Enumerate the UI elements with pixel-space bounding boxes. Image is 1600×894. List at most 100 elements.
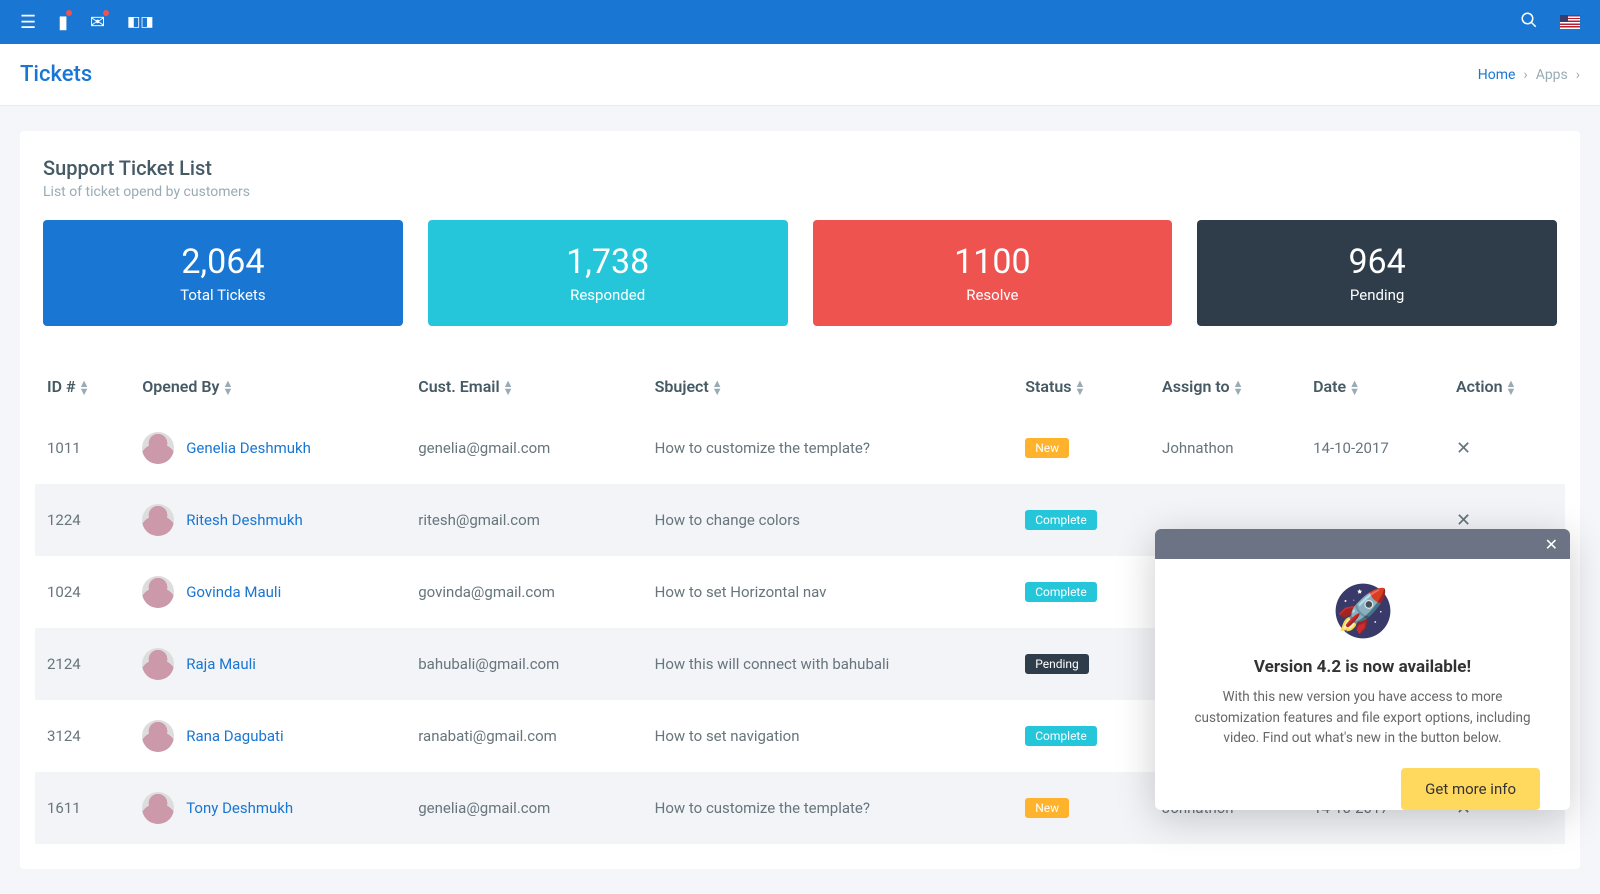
close-icon[interactable]: ✕ <box>1545 535 1558 554</box>
topbar: ☰ ▮ ✉ ◧◨ <box>0 0 1600 44</box>
popup-text: With this new version you have access to… <box>1185 687 1540 748</box>
stat-dark: 964 Pending <box>1197 220 1557 326</box>
avatar <box>142 504 174 536</box>
breadcrumb: Home › Apps › <box>1478 67 1580 83</box>
chevron-right-icon: › <box>1523 67 1527 83</box>
chevron-right-icon: › <box>1576 67 1580 83</box>
stat-label: Resolve <box>823 286 1163 304</box>
stats-row: 2,064 Total Tickets 1,738 Responded 1100 Reso… <box>35 220 1565 326</box>
cell-email: govinda@gmail.com <box>406 556 642 628</box>
cell-opened-by: Ritesh Deshmukh <box>130 484 406 556</box>
cell-opened-by: Raja Mauli <box>130 628 406 700</box>
cell-id: 1024 <box>35 556 130 628</box>
cell-status: New <box>1013 412 1150 484</box>
stat-label: Responded <box>438 286 778 304</box>
breadcrumb-current: Apps <box>1536 67 1568 83</box>
topbar-right <box>1520 11 1580 34</box>
user-link[interactable]: Tony Deshmukh <box>186 799 293 817</box>
col-email[interactable]: Cust. Email▲▼ <box>406 361 642 412</box>
status-badge: New <box>1025 798 1069 818</box>
cell-subject: How to change colors <box>643 484 1014 556</box>
cell-email: genelia@gmail.com <box>406 412 642 484</box>
user-link[interactable]: Rana Dagubati <box>186 727 283 745</box>
col-status[interactable]: Status▲▼ <box>1013 361 1150 412</box>
delete-icon[interactable]: ✕ <box>1456 438 1471 459</box>
stat-red: 1100 Resolve <box>813 220 1173 326</box>
update-popup: ✕ 🚀 Version 4.2 is now available! With t… <box>1155 529 1570 810</box>
flag-icon[interactable] <box>1560 15 1580 29</box>
cell-id: 2124 <box>35 628 130 700</box>
col-id[interactable]: ID #▲▼ <box>35 361 130 412</box>
cell-opened-by: Tony Deshmukh <box>130 772 406 844</box>
stat-value: 1,738 <box>438 242 778 282</box>
status-badge: Complete <box>1025 510 1097 530</box>
cell-status: Complete <box>1013 556 1150 628</box>
page-header: Tickets Home › Apps › <box>0 44 1600 106</box>
stat-teal: 1,738 Responded <box>428 220 788 326</box>
chat-icon[interactable]: ▮ <box>58 12 68 33</box>
popup-header: ✕ <box>1155 529 1570 559</box>
cell-status: New <box>1013 772 1150 844</box>
apps-icon[interactable]: ◧◨ <box>127 14 153 30</box>
user-link[interactable]: Genelia Deshmukh <box>186 439 311 457</box>
status-badge: Complete <box>1025 726 1097 746</box>
card-title: Support Ticket List <box>43 156 1557 180</box>
cell-id: 1611 <box>35 772 130 844</box>
search-icon[interactable] <box>1520 11 1538 34</box>
cell-subject: How to set navigation <box>643 700 1014 772</box>
card-subtitle: List of ticket opend by customers <box>43 184 1557 200</box>
table-row: 1011 Genelia Deshmukh genelia@gmail.comHow… <box>35 412 1565 484</box>
status-badge: Complete <box>1025 582 1097 602</box>
cell-subject: How to customize the template? <box>643 412 1014 484</box>
cell-subject: How to customize the template? <box>643 772 1014 844</box>
stat-label: Pending <box>1207 286 1547 304</box>
topbar-left: ☰ ▮ ✉ ◧◨ <box>20 12 154 33</box>
cell-id: 1011 <box>35 412 130 484</box>
cell-subject: How to set Horizontal nav <box>643 556 1014 628</box>
user-link[interactable]: Govinda Mauli <box>186 583 281 601</box>
avatar <box>142 648 174 680</box>
delete-icon[interactable]: ✕ <box>1456 510 1471 531</box>
cell-email: ritesh@gmail.com <box>406 484 642 556</box>
rocket-icon: 🚀 <box>1331 579 1395 643</box>
mail-icon[interactable]: ✉ <box>90 12 105 33</box>
status-badge: New <box>1025 438 1069 458</box>
cell-status: Pending <box>1013 628 1150 700</box>
col-action[interactable]: Action▲▼ <box>1444 361 1565 412</box>
cell-subject: How this will connect with bahubali <box>643 628 1014 700</box>
popup-title: Version 4.2 is now available! <box>1185 657 1540 677</box>
user-link[interactable]: Ritesh Deshmukh <box>186 511 303 529</box>
cell-email: genelia@gmail.com <box>406 772 642 844</box>
avatar <box>142 576 174 608</box>
user-link[interactable]: Raja Mauli <box>186 655 256 673</box>
menu-icon[interactable]: ☰ <box>20 12 36 33</box>
cell-opened-by: Govinda Mauli <box>130 556 406 628</box>
cell-date: 14-10-2017 <box>1301 412 1444 484</box>
breadcrumb-home[interactable]: Home <box>1478 67 1516 83</box>
col-subject[interactable]: Sbuject▲▼ <box>643 361 1014 412</box>
cell-id: 3124 <box>35 700 130 772</box>
page-title: Tickets <box>20 62 92 87</box>
cell-status: Complete <box>1013 700 1150 772</box>
stat-value: 1100 <box>823 242 1163 282</box>
avatar <box>142 792 174 824</box>
stat-value: 2,064 <box>53 242 393 282</box>
cell-assign: Johnathon <box>1150 412 1301 484</box>
get-more-info-button[interactable]: Get more info <box>1401 768 1540 810</box>
stat-label: Total Tickets <box>53 286 393 304</box>
cell-opened-by: Rana Dagubati <box>130 700 406 772</box>
cell-id: 1224 <box>35 484 130 556</box>
cell-email: bahubali@gmail.com <box>406 628 642 700</box>
cell-action: ✕ <box>1444 412 1565 484</box>
col-date[interactable]: Date▲▼ <box>1301 361 1444 412</box>
col-opened-by[interactable]: Opened By▲▼ <box>130 361 406 412</box>
cell-opened-by: Genelia Deshmukh <box>130 412 406 484</box>
col-assign[interactable]: Assign to▲▼ <box>1150 361 1301 412</box>
avatar <box>142 720 174 752</box>
stat-value: 964 <box>1207 242 1547 282</box>
status-badge: Pending <box>1025 654 1089 674</box>
avatar <box>142 432 174 464</box>
cell-email: ranabati@gmail.com <box>406 700 642 772</box>
stat-blue: 2,064 Total Tickets <box>43 220 403 326</box>
cell-status: Complete <box>1013 484 1150 556</box>
